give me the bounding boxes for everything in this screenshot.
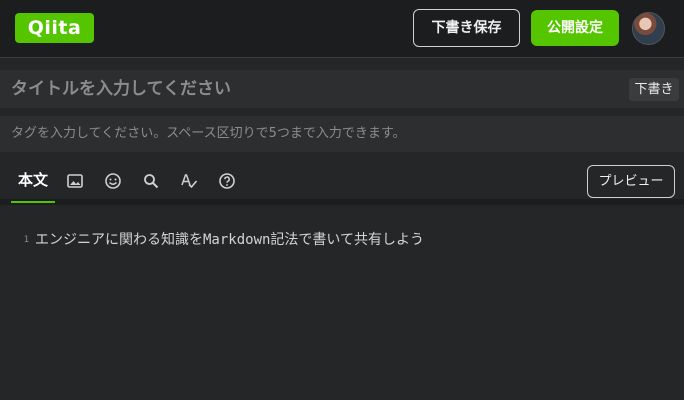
image-icon[interactable] [64,170,86,192]
markdown-editor[interactable]: 1 エンジニアに関わる知識をMarkdown記法で書いて共有しよう [0,211,684,400]
header: Qiita 下書き保存 公開設定 [0,0,684,58]
draft-save-button[interactable]: 下書き保存 [413,9,520,47]
search-icon[interactable] [140,170,162,192]
title-row [0,70,684,108]
editor-toolbar: 本文 プレビュー [0,159,684,205]
tab-body[interactable]: 本文 [11,159,55,203]
publish-settings-button[interactable]: 公開設定 [531,10,619,46]
tags-input[interactable] [11,116,671,152]
help-icon[interactable] [216,170,238,192]
emoji-icon[interactable] [102,170,124,192]
draft-badge: 下書き [629,78,679,101]
avatar[interactable] [632,12,665,45]
spellcheck-icon[interactable] [178,170,200,192]
tags-row [0,116,684,152]
title-input[interactable] [11,70,611,108]
qiita-logo[interactable]: Qiita [15,13,94,43]
line-number: 1 [23,235,29,245]
preview-button[interactable]: プレビュー [587,165,675,198]
editor-placeholder: エンジニアに関わる知識をMarkdown記法で書いて共有しよう [35,232,425,248]
